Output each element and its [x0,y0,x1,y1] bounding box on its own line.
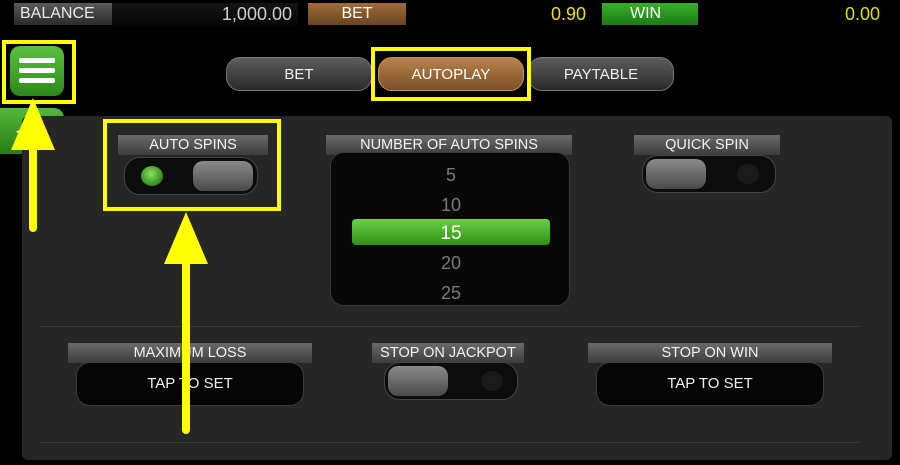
win-value: 0.00 [844,4,880,24]
win-label: WIN [602,3,698,25]
picker-option-selected[interactable]: 15 [331,223,571,245]
tab-autoplay[interactable]: AUTOPLAY [378,57,524,91]
picker-option[interactable]: 10 [331,195,571,216]
stop-on-jackpot-toggle[interactable] [384,362,518,400]
toggle-off-indicator [737,164,759,184]
menu-button[interactable] [10,46,64,96]
auto-spins-toggle[interactable] [124,157,258,195]
stop-on-win-label: STOP ON WIN [588,343,832,363]
maximum-loss-label: MAXIMUM LOSS [68,343,312,363]
balance-label: BALANCE [14,3,112,25]
picker-option[interactable]: 20 [331,253,571,274]
bet-value: 0.90 [550,4,586,24]
annotation-arrow-shaft [182,256,190,434]
balance-value: 1,000.00 [112,3,298,25]
panel-divider [40,442,860,443]
annotation-arrow-shaft [29,140,37,232]
stop-on-win-button[interactable]: TAP TO SET [596,362,824,406]
status-bar: BALANCE 1,000.00 BET 0.90 WIN 0.00 [0,0,900,28]
stop-on-jackpot-label: STOP ON JACKPOT [372,343,524,363]
picker-option[interactable]: 5 [331,165,571,186]
toggle-knob[interactable] [388,366,448,396]
toggle-knob[interactable] [193,161,253,191]
picker-option[interactable]: 25 [331,283,571,304]
bet-label: BET [308,3,406,25]
toggle-on-indicator [141,166,163,186]
auto-spins-picker[interactable]: 5 10 15 20 25 [330,152,570,306]
auto-spins-label: AUTO SPINS [118,135,268,155]
maximum-loss-button[interactable]: TAP TO SET [76,362,304,406]
quick-spin-toggle[interactable] [642,155,776,193]
toggle-off-indicator [481,371,503,391]
tab-bet[interactable]: BET [226,57,372,91]
panel-divider [40,326,860,327]
quick-spin-label: QUICK SPIN [634,135,780,155]
toggle-knob[interactable] [646,159,706,189]
tab-paytable[interactable]: PAYTABLE [528,57,674,91]
